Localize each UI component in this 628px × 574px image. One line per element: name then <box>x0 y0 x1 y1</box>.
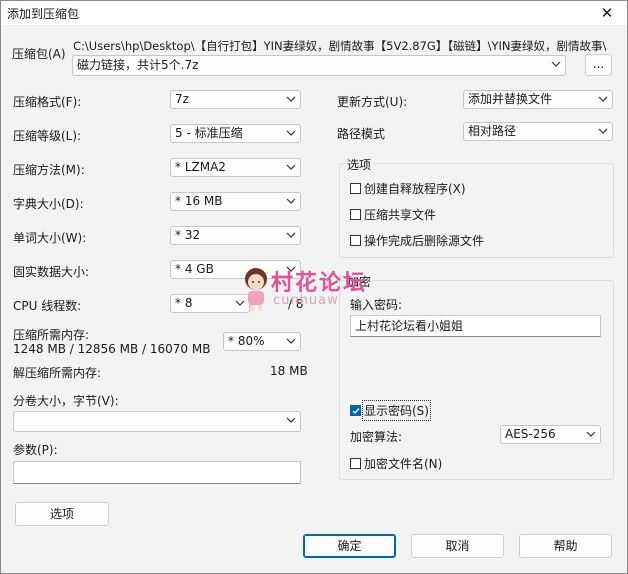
options-group-title: 选项 <box>345 156 374 173</box>
format-combo[interactable]: 7z <box>170 90 301 109</box>
pathmode-combo[interactable]: 相对路径 <box>463 122 613 141</box>
chevron-down-icon <box>598 91 608 108</box>
cpu-value: * 8 <box>175 296 193 310</box>
algo-value: AES-256 <box>505 427 556 441</box>
cancel-button[interactable]: 取消 <box>411 534 504 558</box>
cpu-label: CPU 线程数: <box>13 299 82 313</box>
dict-combo[interactable]: * 16 MB <box>170 192 301 211</box>
window-title: 添加到压缩包 <box>7 7 80 21</box>
mascot-icon <box>245 268 267 311</box>
delete-checkbox[interactable]: 操作完成后删除源文件 <box>350 232 484 249</box>
solid-value: * 4 GB <box>175 262 214 276</box>
mem-combo[interactable]: * 80% <box>223 332 301 351</box>
ok-button[interactable]: 确定 <box>303 534 396 558</box>
archive-path-combo[interactable]: 磁力链接，共计5个.7z <box>72 55 566 76</box>
chevron-down-icon <box>586 426 596 443</box>
encrypt-names-label: 加密文件名(N) <box>364 457 443 471</box>
pathmode-value: 相对路径 <box>468 124 517 138</box>
update-label: 更新方式(U): <box>337 95 408 109</box>
shared-checkbox[interactable]: 压缩共享文件 <box>350 206 436 223</box>
dict-value: * 16 MB <box>175 194 223 208</box>
sfx-label: 创建自释放程序(X) <box>364 182 466 196</box>
archive-path-value: 磁力链接，共计5个.7z <box>77 58 199 72</box>
params-input[interactable] <box>13 461 301 484</box>
watermark-sub: cunhuaw <box>273 293 339 308</box>
level-value: 5 - 标准压缩 <box>175 126 243 140</box>
checkbox-icon <box>350 209 361 220</box>
checkbox-icon <box>350 235 361 246</box>
cpu-combo[interactable]: * 8 <box>170 294 250 313</box>
mem-label: 压缩所需内存: <box>13 328 90 342</box>
show-password-label: 显示密码(S) <box>362 400 431 421</box>
decomp-value: 18 MB <box>270 364 308 378</box>
mem-value: * 80% <box>228 334 265 348</box>
help-button[interactable]: 帮助 <box>519 534 612 558</box>
chevron-down-icon <box>286 412 296 429</box>
watermark: 村花论坛 cunhuaw <box>239 263 399 323</box>
browse-button[interactable]: ... <box>585 54 612 76</box>
method-label: 压缩方法(M): <box>13 163 85 177</box>
solid-label: 固实数据大小: <box>13 265 90 279</box>
chevron-down-icon <box>598 123 608 140</box>
word-label: 单词大小(W): <box>13 231 87 245</box>
chevron-down-icon <box>286 91 296 108</box>
algo-label: 加密算法: <box>350 430 403 444</box>
update-value: 添加并替换文件 <box>468 92 553 106</box>
sfx-checkbox[interactable]: 创建自释放程序(X) <box>350 180 466 197</box>
pathmode-label: 路径模式 <box>337 127 386 141</box>
chevron-down-icon <box>286 159 296 176</box>
show-password-checkbox[interactable]: 显示密码(S) <box>350 400 431 421</box>
decomp-label: 解压缩所需内存: <box>13 366 102 380</box>
word-value: * 32 <box>175 228 201 242</box>
chevron-down-icon <box>551 56 561 73</box>
split-label: 分卷大小，字节(V): <box>13 394 119 408</box>
method-value: * LZMA2 <box>175 160 226 174</box>
algo-combo[interactable]: AES-256 <box>500 425 601 444</box>
level-label: 压缩等级(L): <box>13 129 82 143</box>
dict-label: 字典大小(D): <box>13 197 84 211</box>
shared-label: 压缩共享文件 <box>364 208 437 222</box>
method-combo[interactable]: * LZMA2 <box>170 158 301 177</box>
add-to-archive-dialog: 添加到压缩包 ✕ 压缩包(A) C:\Users\hp\Desktop\【自行打… <box>0 0 628 574</box>
archive-label: 压缩包(A) <box>12 47 66 61</box>
params-label: 参数(P): <box>13 443 58 457</box>
chevron-down-icon <box>286 125 296 142</box>
checkbox-checked-icon <box>350 405 361 416</box>
chevron-down-icon <box>286 193 296 210</box>
archive-path-line1: C:\Users\hp\Desktop\【自行打包】YIN妻绿奴，剧情故事【5V… <box>73 39 607 53</box>
title-bar: 添加到压缩包 ✕ <box>1 1 627 25</box>
format-value: 7z <box>175 92 189 106</box>
chevron-down-icon <box>286 333 296 350</box>
chevron-down-icon <box>286 227 296 244</box>
mem-detail: 1248 MB / 12856 MB / 16070 MB <box>13 342 211 356</box>
split-combo[interactable] <box>13 411 301 432</box>
word-combo[interactable]: * 32 <box>170 226 301 245</box>
format-label: 压缩格式(F): <box>13 95 82 109</box>
encrypt-names-checkbox[interactable]: 加密文件名(N) <box>350 455 442 472</box>
close-icon[interactable]: ✕ <box>597 3 617 23</box>
level-combo[interactable]: 5 - 标准压缩 <box>170 124 301 143</box>
options-button[interactable]: 选项 <box>15 502 109 526</box>
checkbox-icon <box>350 458 361 469</box>
checkbox-icon <box>350 183 361 194</box>
delete-label: 操作完成后删除源文件 <box>364 234 485 248</box>
update-combo[interactable]: 添加并替换文件 <box>463 90 613 109</box>
